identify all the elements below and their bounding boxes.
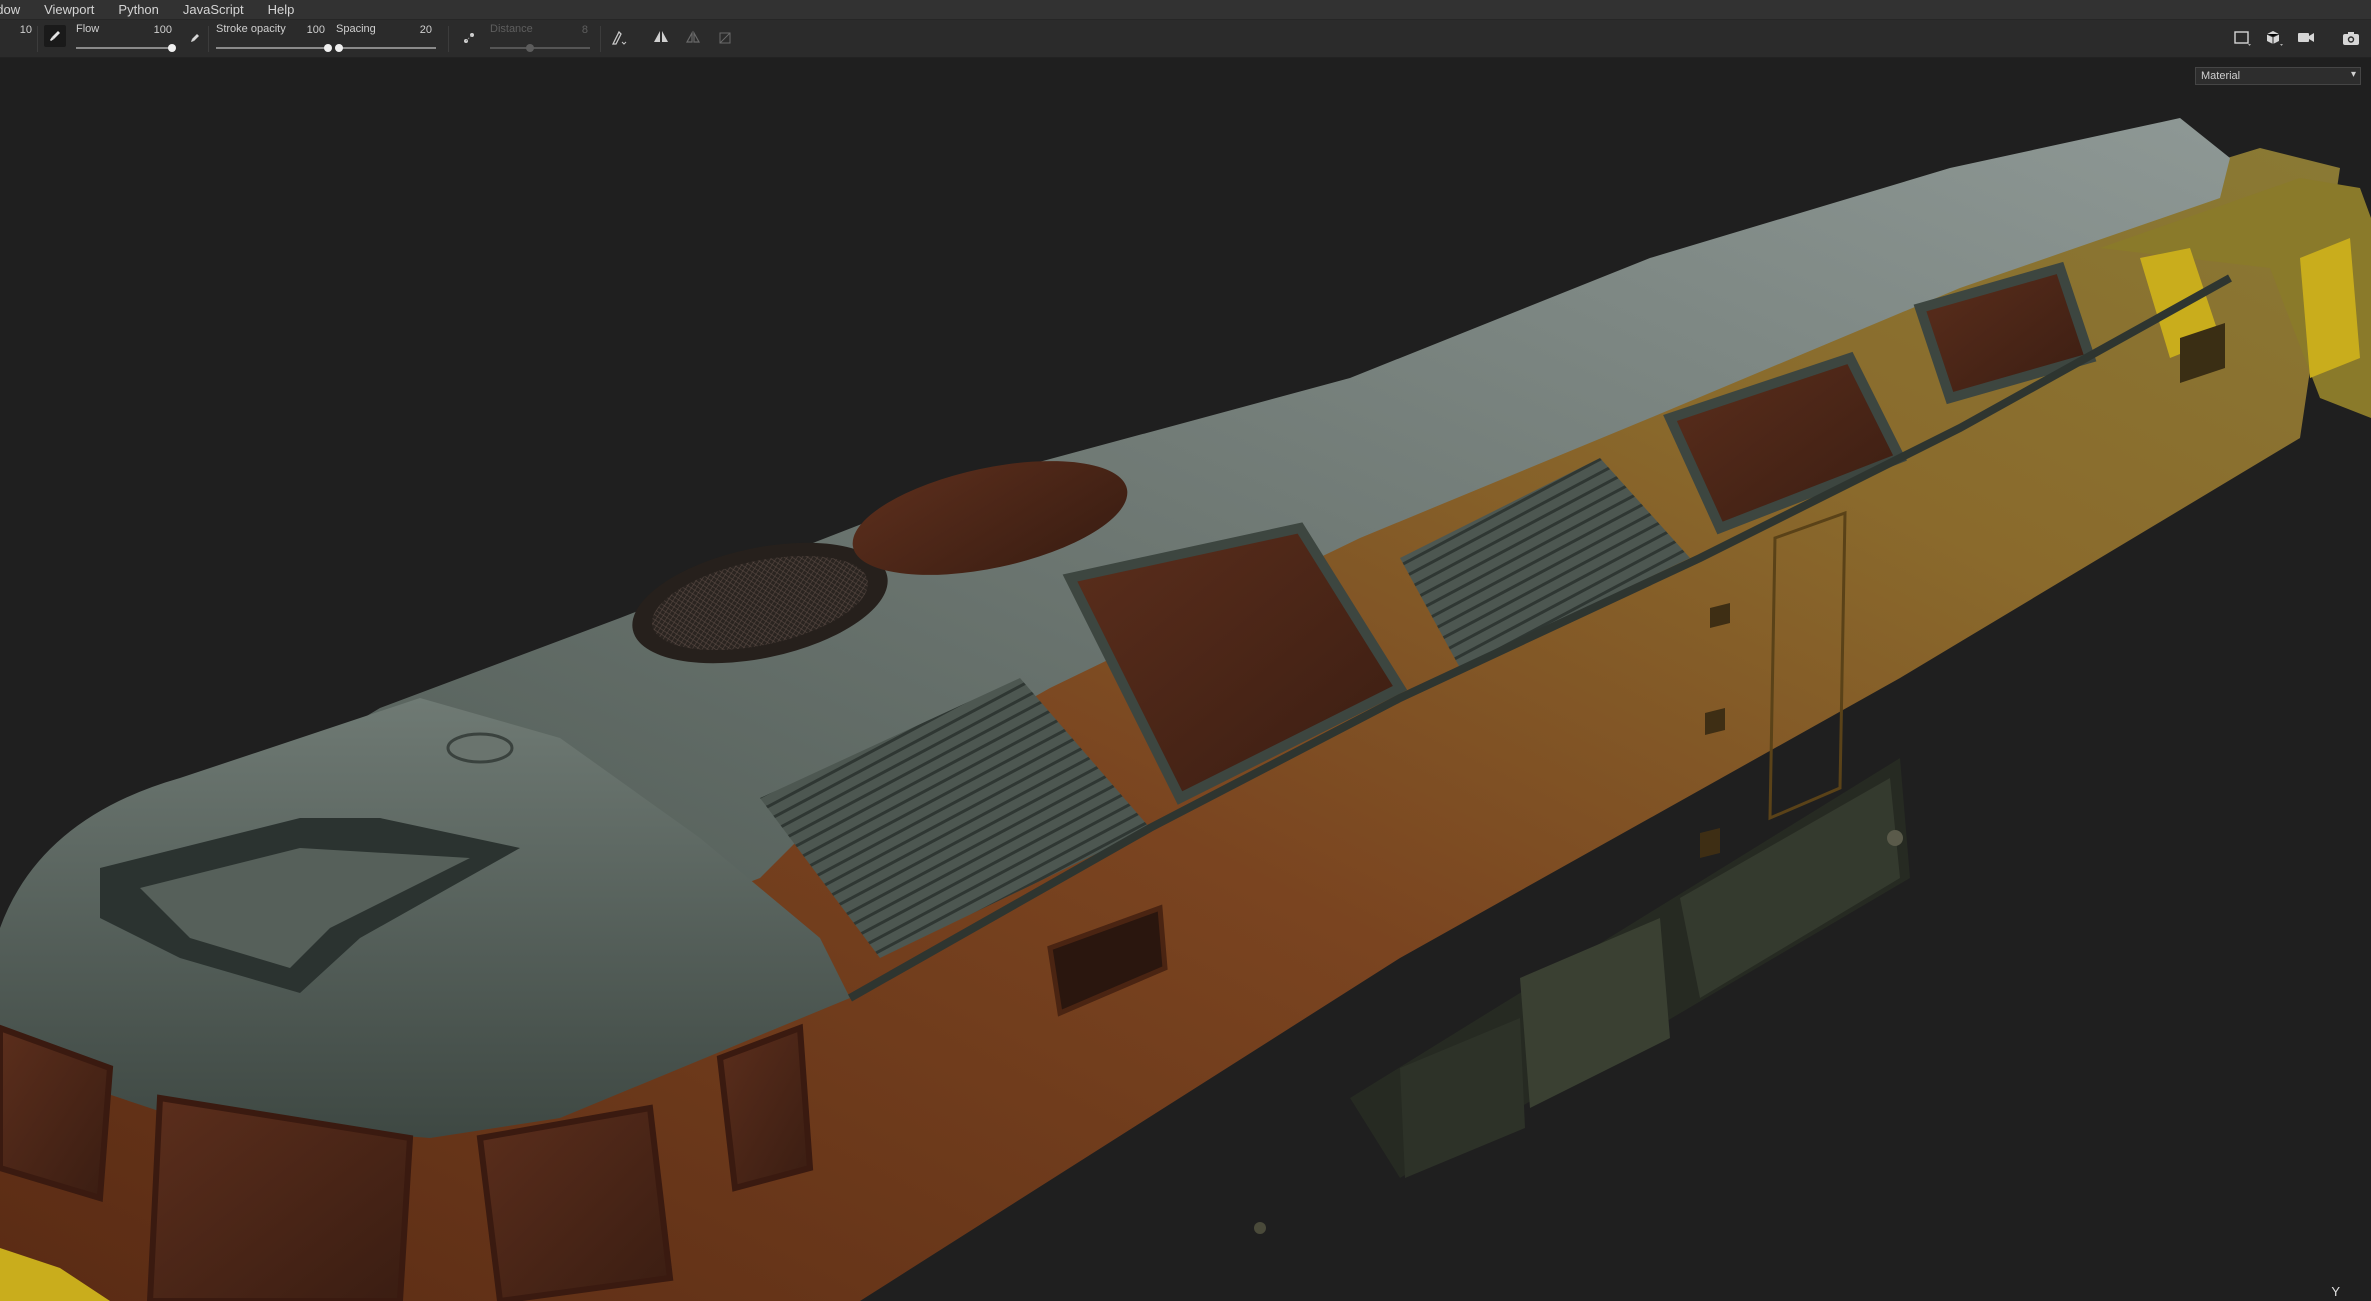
alignment-button[interactable]: [608, 27, 630, 49]
spacing-value[interactable]: 20: [410, 24, 432, 36]
brush-icon: [50, 31, 60, 41]
menu-window[interactable]: ndow: [0, 0, 32, 19]
brush-preset-button[interactable]: [44, 25, 66, 47]
symmetry-icon: [654, 31, 668, 42]
distance-label: Distance: [490, 23, 533, 35]
screenshot-icon: [2343, 32, 2359, 45]
flow-pressure-button[interactable]: [184, 27, 206, 49]
camera-icon: [2298, 33, 2314, 42]
display-mode-icon: [2266, 31, 2283, 46]
screenshot-button[interactable]: [2340, 27, 2362, 49]
spacing-slider-handle[interactable]: [335, 44, 343, 52]
symmetry-button[interactable]: [650, 26, 672, 48]
flow-slider-handle[interactable]: [168, 44, 176, 52]
size-value[interactable]: 10: [10, 24, 32, 36]
distance-value: 8: [581, 24, 588, 36]
menu-help[interactable]: Help: [256, 0, 307, 19]
selection-mode-icon: [2234, 31, 2251, 46]
spacing-label: Spacing: [336, 23, 376, 35]
transform-button[interactable]: [714, 27, 736, 49]
flow-slider-track[interactable]: [76, 47, 172, 49]
stroke-opacity-slider-track[interactable]: [216, 47, 328, 49]
transform-icon: [719, 32, 731, 44]
stroke-opacity-label: Stroke opacity: [216, 23, 286, 35]
channel-selected-value: Material: [2201, 70, 2241, 82]
display-mode-button[interactable]: [2264, 27, 2286, 49]
menu-python[interactable]: Python: [106, 0, 170, 19]
flow-value[interactable]: 100: [150, 24, 172, 36]
tool-properties-bar: 10 Flow 100 Stroke opacity 100 Spacing 2…: [0, 20, 2371, 58]
pen-pressure-icon: [191, 34, 199, 42]
channel-dropdown[interactable]: Material ▾: [2195, 67, 2361, 85]
stroke-opacity-value[interactable]: 100: [303, 24, 325, 36]
symmetry-options-icon: [685, 30, 701, 43]
distance-slider-handle: [526, 44, 534, 52]
camera-button[interactable]: [2296, 27, 2318, 49]
menu-bar: ndow Viewport Python JavaScript Help: [0, 0, 2371, 20]
distance-slider-track: [490, 47, 590, 49]
selection-mode-button[interactable]: [2232, 27, 2254, 49]
3d-viewport[interactable]: Material ▾ Y: [0, 58, 2371, 1301]
lazy-mouse-icon: [464, 33, 474, 43]
locomotive-model-render[interactable]: [0, 58, 2371, 1301]
alignment-icon: [611, 30, 627, 45]
spacing-slider-track[interactable]: [336, 47, 436, 49]
symmetry-settings-button[interactable]: [682, 27, 704, 49]
menu-viewport[interactable]: Viewport: [32, 0, 106, 19]
menu-javascript[interactable]: JavaScript: [171, 0, 256, 19]
stroke-opacity-slider-handle[interactable]: [324, 44, 332, 52]
flow-label: Flow: [76, 23, 100, 35]
axis-gizmo-y-label: Y: [2331, 1284, 2340, 1299]
chevron-down-icon: ▾: [2350, 69, 2356, 80]
lazy-mouse-button[interactable]: [458, 27, 480, 49]
